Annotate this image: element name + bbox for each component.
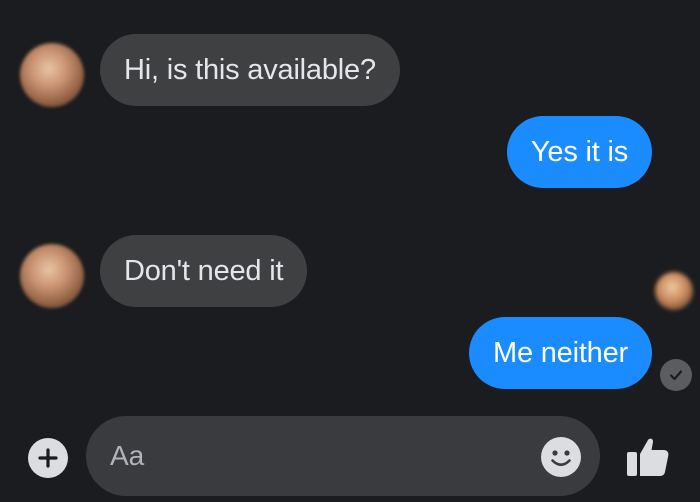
check-icon	[669, 370, 683, 381]
message-bubble-outgoing[interactable]: Me neither	[468, 317, 652, 389]
plus-icon	[38, 448, 58, 468]
message-composer: Aa	[0, 410, 700, 502]
plus-circle-icon[interactable]	[28, 438, 68, 478]
thumbs-up-icon[interactable]	[624, 432, 672, 480]
message-bubble-incoming[interactable]: Hi, is this available?	[100, 34, 400, 106]
seen-avatar	[655, 272, 693, 310]
message-text: Yes it is	[530, 135, 628, 168]
contact-avatar[interactable]	[20, 244, 84, 308]
chat-window: Hi, is this available? Yes it is Don't n…	[0, 0, 700, 502]
message-text: Hi, is this available?	[124, 53, 376, 86]
message-text: Don't need it	[124, 254, 284, 287]
message-bubble-outgoing[interactable]: Yes it is	[506, 116, 652, 188]
message-text: Me neither	[492, 336, 628, 369]
smiley-icon[interactable]	[540, 436, 582, 478]
contact-avatar[interactable]	[20, 43, 84, 107]
message-input-placeholder: Aa	[110, 440, 145, 471]
check-circle-icon	[660, 359, 692, 391]
message-bubble-incoming[interactable]: Don't need it	[100, 235, 308, 307]
message-input[interactable]: Aa	[86, 416, 600, 496]
